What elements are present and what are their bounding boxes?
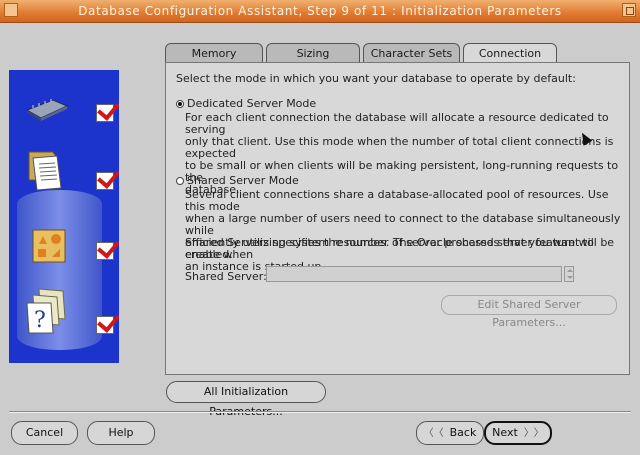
- shared-server-field-label: Shared Server:: [185, 270, 267, 283]
- footer-separator: [9, 411, 631, 413]
- edit-shared-server-parameters-button[interactable]: Edit Shared Server Parameters...: [441, 295, 617, 329]
- radio-selected-icon: [176, 100, 184, 108]
- shared-server-input[interactable]: [266, 266, 562, 282]
- tab-memory[interactable]: Memory: [165, 43, 263, 62]
- shared-server-label: Shared Server Mode: [187, 174, 299, 187]
- radio-unselected-icon: [176, 177, 184, 185]
- dedicated-server-label: Dedicated Server Mode: [187, 97, 317, 110]
- shared-server-spinner[interactable]: [564, 266, 574, 282]
- back-button-label: Back: [449, 426, 477, 439]
- step-memory: [9, 82, 119, 132]
- intro-text: Select the mode in which you want your d…: [176, 72, 576, 85]
- dedicated-server-radio[interactable]: Dedicated Server Mode: [176, 97, 316, 110]
- checkmark-icon: [96, 172, 114, 190]
- next-button[interactable]: Next 〉〉: [484, 421, 552, 445]
- checkmark-icon: [96, 316, 114, 334]
- help-button[interactable]: Help: [87, 421, 155, 445]
- back-arrow-icon: 〈〈: [423, 428, 444, 439]
- cancel-button[interactable]: Cancel: [11, 421, 78, 445]
- back-button[interactable]: 〈〈 Back: [416, 421, 484, 445]
- tab-connection-mode[interactable]: Connection Mode: [463, 43, 557, 79]
- next-arrow-icon: 〉〉: [523, 428, 544, 439]
- documents-icon: [28, 151, 62, 191]
- desc-line: Shared Servers specifies the number of s…: [185, 236, 594, 261]
- step-sizing: [9, 150, 119, 200]
- desc-line: when a large number of users need to con…: [185, 212, 621, 237]
- tab-sizing[interactable]: Sizing: [266, 43, 360, 62]
- svg-text:?: ?: [34, 308, 46, 333]
- desc-line: Several client connections share a datab…: [185, 188, 609, 213]
- tab-character-sets[interactable]: Character Sets: [363, 43, 460, 62]
- step-character-sets: [9, 220, 119, 270]
- desc-line: For each client connection the database …: [185, 111, 609, 136]
- maximize-button[interactable]: [622, 3, 636, 17]
- title-bar: Database Configuration Assistant, Step 9…: [0, 0, 640, 23]
- checkmark-icon: [96, 104, 114, 122]
- shapes-icon: [32, 229, 66, 263]
- shared-server-radio[interactable]: Shared Server Mode: [176, 174, 299, 187]
- checkmark-icon: [96, 242, 114, 260]
- connection-mode-panel: Select the mode in which you want your d…: [165, 62, 630, 375]
- all-initialization-parameters-button[interactable]: All Initialization Parameters...: [166, 381, 326, 418]
- wizard-side-panel: ?: [9, 70, 119, 363]
- help-documents-icon: ?: [26, 288, 66, 334]
- window-title: Database Configuration Assistant, Step 9…: [78, 4, 562, 18]
- chip-icon: [25, 99, 69, 121]
- step-connection-mode: ?: [9, 288, 119, 344]
- desc-line: only that client. Use this mode when the…: [185, 135, 614, 160]
- next-button-label: Next: [492, 426, 518, 439]
